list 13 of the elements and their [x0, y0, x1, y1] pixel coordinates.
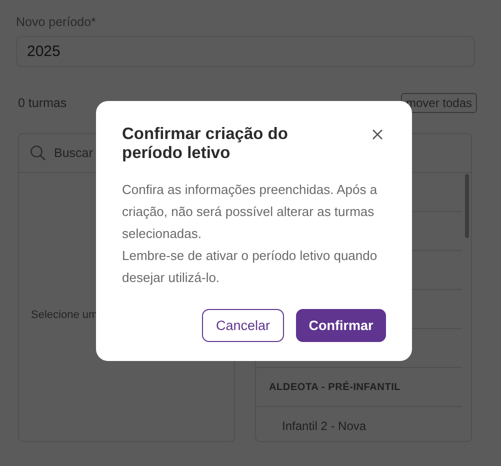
- class-count: 0 turmas: [17, 96, 67, 110]
- dialog-message: Lembre-se de ativar o período letivo quando desejar utilizá-lo.: [122, 247, 378, 287]
- group-header: ALDEOTA - PRÉ-INFANTIL: [268, 382, 401, 392]
- period-input[interactable]: 2025: [16, 36, 475, 67]
- remove-all-button[interactable]: mover todas: [400, 93, 477, 113]
- search-icon: [30, 145, 46, 161]
- dialog-title: Confirmar criação do período letivo: [122, 125, 289, 163]
- search-field[interactable]: Buscar: [54, 146, 98, 160]
- confirm-button[interactable]: Confirmar: [296, 309, 386, 342]
- cancel-button[interactable]: Cancelar: [202, 309, 284, 342]
- close-icon[interactable]: [372, 129, 383, 140]
- class-item[interactable]: Infantil 2 - Nova: [256, 419, 366, 433]
- dialog-message: Confira as informações preenchidas. Após a criação, não será possível alterar as turmas selecionadas.: [122, 181, 378, 243]
